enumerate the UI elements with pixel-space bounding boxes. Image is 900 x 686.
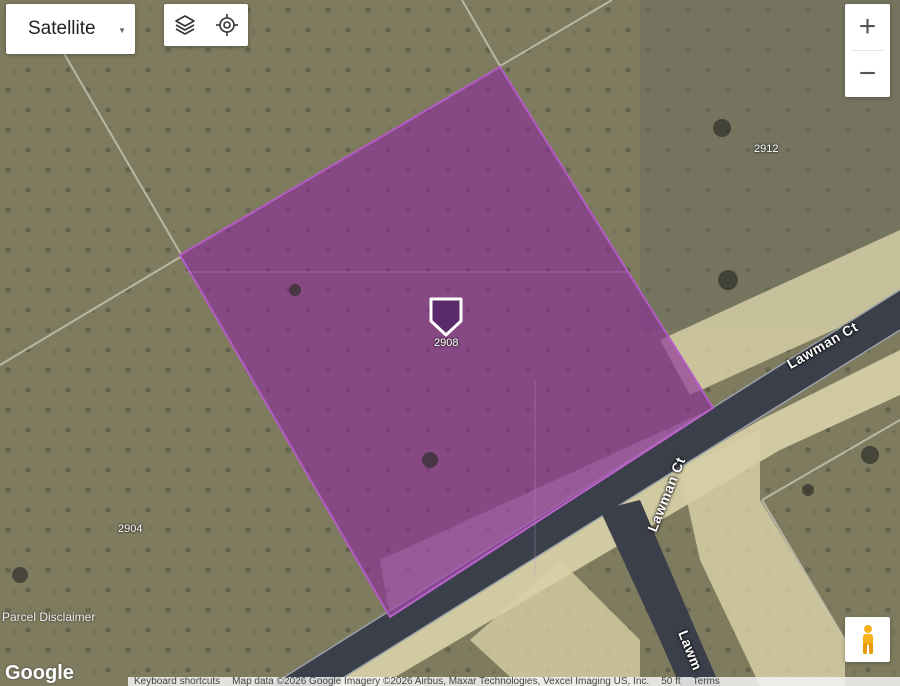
parcel-number-label: 2908 <box>434 337 459 349</box>
terms-link[interactable]: Terms <box>693 677 720 686</box>
attribution-text: Map data ©2026 Google Imagery ©2026 Airb… <box>232 677 650 686</box>
map-type-label: Satellite <box>28 18 96 39</box>
layers-icon[interactable] <box>170 10 200 40</box>
zoom-out-button[interactable]: − <box>845 51 890 97</box>
map-footer: Keyboard shortcuts Map data ©2026 Google… <box>128 677 900 686</box>
parcel-number-label: 2904 <box>118 523 143 535</box>
zoom-in-button[interactable]: + <box>845 4 890 50</box>
map-tools <box>164 4 248 46</box>
my-location-icon[interactable] <box>212 10 242 40</box>
caret-down-icon: ▼ <box>118 26 126 35</box>
parcel-disclaimer-link[interactable]: Parcel Disclaimer <box>2 610 95 624</box>
pegman-icon <box>862 624 873 654</box>
home-marker-icon[interactable] <box>428 295 464 337</box>
parcel-number-label: 2912 <box>754 143 779 155</box>
zoom-control: + − <box>845 4 890 97</box>
scale-label[interactable]: 50 ft <box>661 677 680 686</box>
google-logo: Google <box>5 662 74 684</box>
keyboard-shortcuts-link[interactable]: Keyboard shortcuts <box>134 677 220 686</box>
map-type-button[interactable]: Satellite ▼ <box>6 4 135 54</box>
street-view-button[interactable] <box>845 617 890 662</box>
